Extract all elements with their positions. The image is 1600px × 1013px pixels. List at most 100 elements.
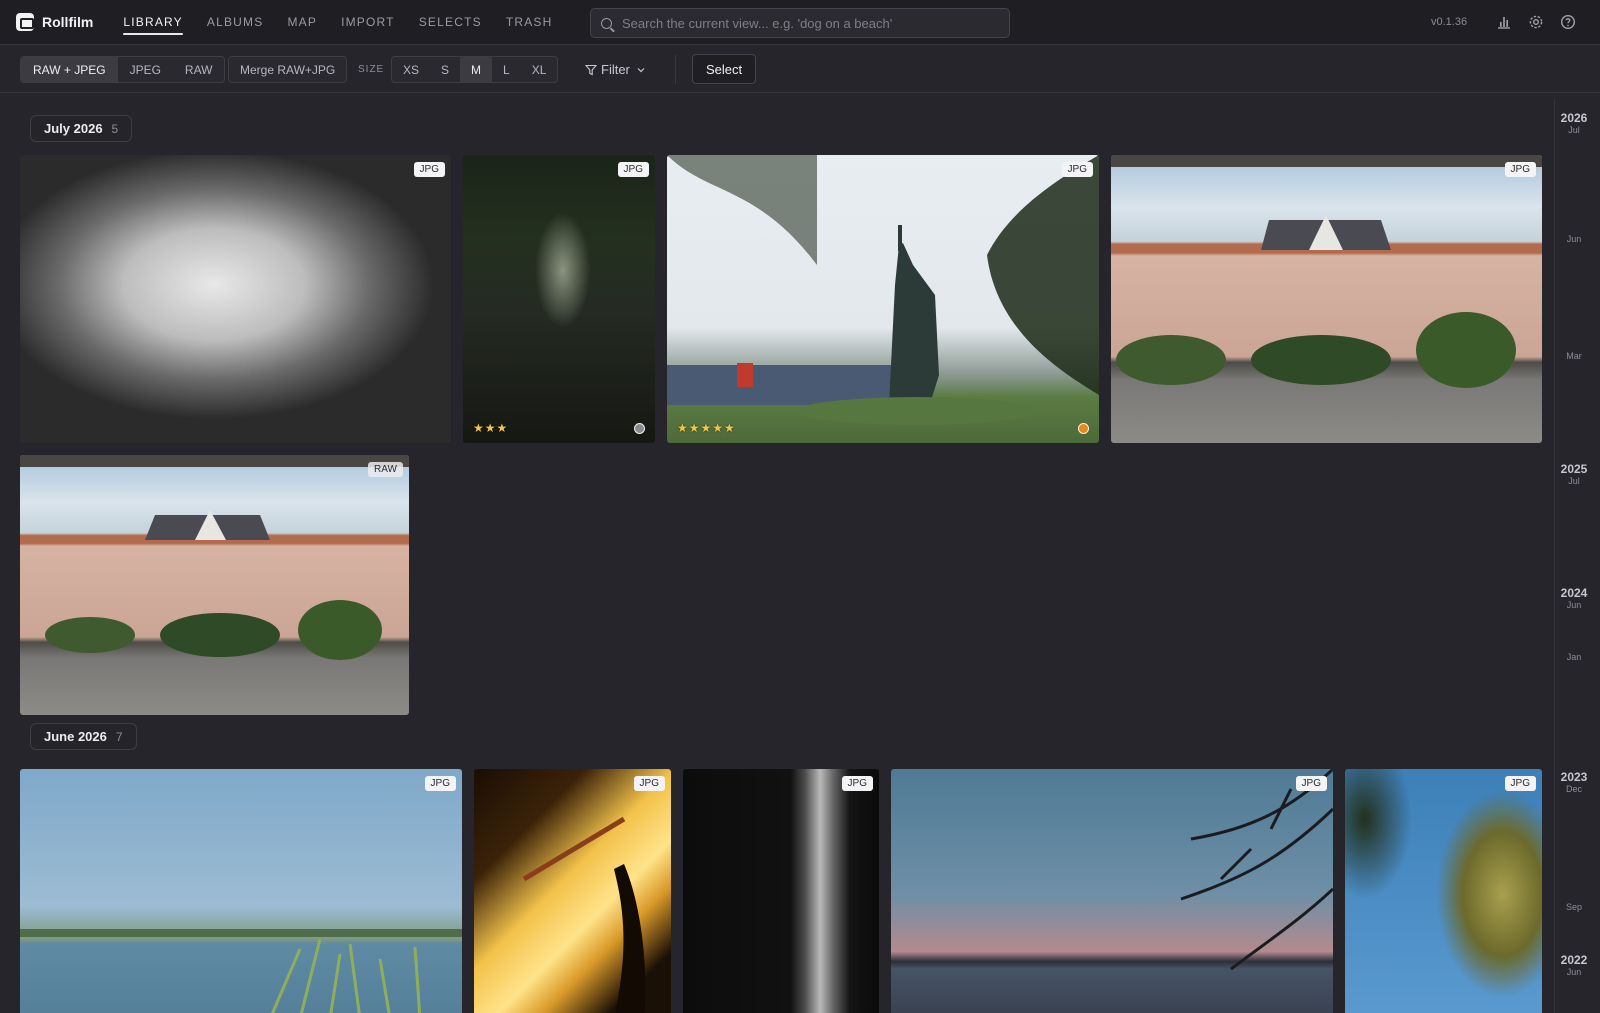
- reeds-illustration: [20, 929, 462, 1013]
- photo-tile[interactable]: JPG ★★★: [463, 155, 655, 443]
- timeline-year: 2022: [1560, 953, 1588, 967]
- size-toggle: XS S M L XL: [391, 56, 559, 83]
- app-version: v0.1.36: [1431, 16, 1468, 28]
- timeline-month: Jul: [1568, 476, 1580, 486]
- timeline-mark[interactable]: 2024 Jun: [1555, 587, 1593, 611]
- format-jpeg-button[interactable]: JPEG: [118, 57, 173, 82]
- size-xl-button[interactable]: XL: [521, 57, 558, 82]
- format-badge: RAW: [368, 462, 403, 477]
- star-rating: ★★★★★: [677, 421, 736, 435]
- format-badge: JPG: [1504, 162, 1536, 177]
- nav-map[interactable]: MAP: [287, 0, 317, 45]
- size-m-button[interactable]: M: [460, 57, 493, 82]
- photo-thumbnail: [1345, 769, 1542, 1013]
- nav-library[interactable]: LIBRARY: [123, 0, 183, 45]
- timeline-mark[interactable]: Jan: [1555, 652, 1593, 663]
- photo-tile[interactable]: JPG: [20, 769, 462, 1013]
- timeline-mark[interactable]: Jun: [1555, 234, 1593, 245]
- format-badge: JPG: [617, 162, 649, 177]
- size-l-button[interactable]: L: [492, 57, 521, 82]
- main-nav: LIBRARY ALBUMS MAP IMPORT SELECTS TRASH: [123, 0, 576, 45]
- photo-tile[interactable]: JPG: [891, 769, 1333, 1013]
- gear-icon[interactable]: [1528, 14, 1544, 30]
- timeline-month: Dec: [1565, 784, 1582, 794]
- photo-tile[interactable]: JPG: [1345, 769, 1542, 1013]
- color-label-dot: [1078, 423, 1089, 434]
- bar-chart-icon[interactable]: [1496, 14, 1512, 30]
- format-raw-jpeg-button[interactable]: RAW + JPEG: [21, 57, 118, 82]
- format-badge: JPG: [424, 776, 456, 791]
- timeline-mark[interactable]: 2025 Jul: [1555, 463, 1593, 487]
- branches-illustration: [1180, 769, 1333, 971]
- app-logo[interactable]: Rollfilm: [16, 13, 93, 31]
- filter-label: Filter: [601, 62, 630, 77]
- help-icon[interactable]: [1560, 14, 1576, 30]
- star-rating: ★★★: [473, 421, 509, 435]
- photo-tile[interactable]: RAW: [20, 455, 409, 715]
- size-xs-button[interactable]: XS: [392, 57, 430, 82]
- timeline-month: Mar: [1566, 351, 1582, 361]
- section-count: 5: [111, 121, 119, 136]
- timeline-month: Jun: [1566, 967, 1582, 977]
- toolbar-divider: [675, 55, 676, 84]
- photo-tile[interactable]: JPG: [474, 769, 671, 1013]
- timeline-year: 2024: [1560, 586, 1588, 600]
- photo-thumbnail: [683, 769, 879, 1013]
- timeline-year: 2026: [1560, 111, 1588, 125]
- color-label-dot: [634, 423, 645, 434]
- section-title: June 2026: [44, 729, 107, 744]
- timeline-mark[interactable]: Sep: [1555, 902, 1593, 913]
- size-label: SIZE: [358, 64, 385, 75]
- section-header-june-2026: June 2026 7: [30, 723, 137, 750]
- filter-icon: [585, 64, 597, 75]
- timeline-mark[interactable]: Mar: [1555, 351, 1593, 362]
- size-s-button[interactable]: S: [430, 57, 460, 82]
- merge-raw-jpg-button[interactable]: Merge RAW+JPG: [228, 56, 348, 83]
- photo-tile[interactable]: JPG: [683, 769, 879, 1013]
- section-count: 7: [115, 729, 123, 744]
- section-header-july-2026: July 2026 5: [30, 115, 133, 142]
- timeline-scrubber[interactable]: 2026 Jul Jun Mar 2025 Jul 2024 Jun Jan 2…: [1554, 99, 1592, 1013]
- timeline-month: Jan: [1566, 652, 1582, 662]
- top-bar: Rollfilm LIBRARY ALBUMS MAP IMPORT SELEC…: [0, 0, 1600, 45]
- timeline-mark[interactable]: 2022 Jun: [1555, 954, 1593, 978]
- nav-albums[interactable]: ALBUMS: [207, 0, 264, 45]
- timeline-mark[interactable]: 2026 Jul: [1555, 112, 1593, 136]
- photo-tile[interactable]: JPG ★★★★★: [667, 155, 1099, 443]
- photo-tile[interactable]: JPG: [20, 155, 451, 443]
- format-badge: JPG: [413, 162, 445, 177]
- timeline-month: Jul: [1568, 125, 1580, 135]
- nav-trash[interactable]: TRASH: [506, 0, 553, 45]
- chevron-down-icon: [637, 67, 645, 72]
- format-badge: JPG: [633, 776, 665, 791]
- photo-thumbnail: [20, 155, 451, 443]
- timeline-mark[interactable]: 2023 Dec: [1555, 771, 1593, 795]
- photo-tile[interactable]: JPG: [1111, 155, 1542, 443]
- statue-illustration: [667, 155, 1099, 425]
- section-title: July 2026: [44, 121, 103, 136]
- timeline-month: Jun: [1566, 234, 1582, 244]
- format-badge: JPG: [1295, 776, 1327, 791]
- view-toolbar: RAW + JPEG JPEG RAW Merge RAW+JPG SIZE X…: [0, 45, 1600, 93]
- format-raw-button[interactable]: RAW: [173, 57, 225, 82]
- photo-thumbnail: [463, 155, 655, 443]
- search-input[interactable]: [622, 15, 1002, 31]
- timeline-month: Sep: [1565, 902, 1582, 912]
- nav-selects[interactable]: SELECTS: [419, 0, 482, 45]
- select-button[interactable]: Select: [692, 54, 757, 84]
- timeline-month: Jun: [1566, 600, 1582, 610]
- format-badge: JPG: [841, 776, 873, 791]
- timeline-year: 2025: [1560, 462, 1588, 476]
- format-toggle: RAW + JPEG JPEG RAW: [20, 56, 226, 83]
- house-roof-illustration: [1111, 155, 1542, 388]
- rollfilm-logo-icon: [16, 13, 34, 31]
- app-name: Rollfilm: [42, 14, 94, 30]
- format-badge: JPG: [1061, 162, 1093, 177]
- window-illustration: [522, 816, 646, 1013]
- nav-import[interactable]: IMPORT: [341, 0, 395, 45]
- format-badge: JPG: [1504, 776, 1536, 791]
- timeline-year: 2023: [1560, 770, 1588, 784]
- search-icon: [601, 17, 612, 29]
- search-box: [590, 8, 1010, 38]
- filter-button[interactable]: Filter: [585, 56, 645, 83]
